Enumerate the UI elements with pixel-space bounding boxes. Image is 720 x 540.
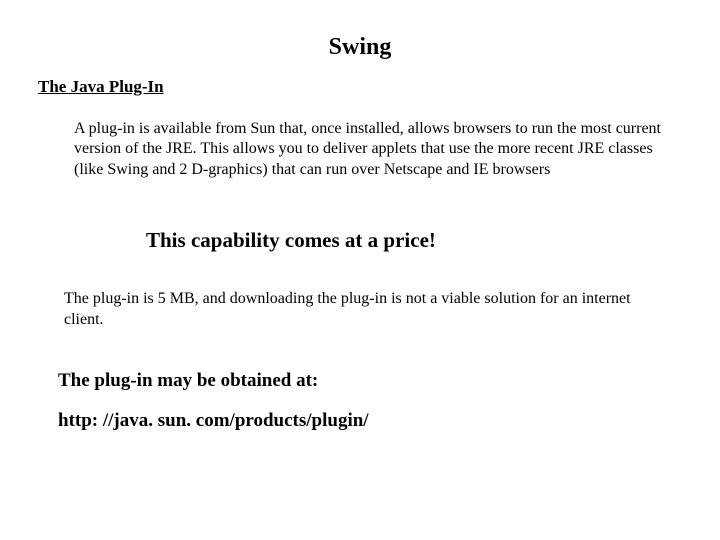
body-paragraph-1: A plug-in is available from Sun that, on… (74, 119, 670, 180)
slide-container: Swing The Java Plug-In A plug-in is avai… (0, 0, 720, 540)
url-text: http: //java. sun. com/products/plugin/ (58, 410, 720, 432)
callout-text: This capability comes at a price! (146, 228, 720, 253)
obtained-at-label: The plug-in may be obtained at: (58, 370, 720, 392)
section-heading: The Java Plug-In (38, 77, 720, 97)
body-paragraph-2: The plug-in is 5 MB, and downloading the… (64, 289, 670, 330)
page-title: Swing (0, 0, 720, 67)
